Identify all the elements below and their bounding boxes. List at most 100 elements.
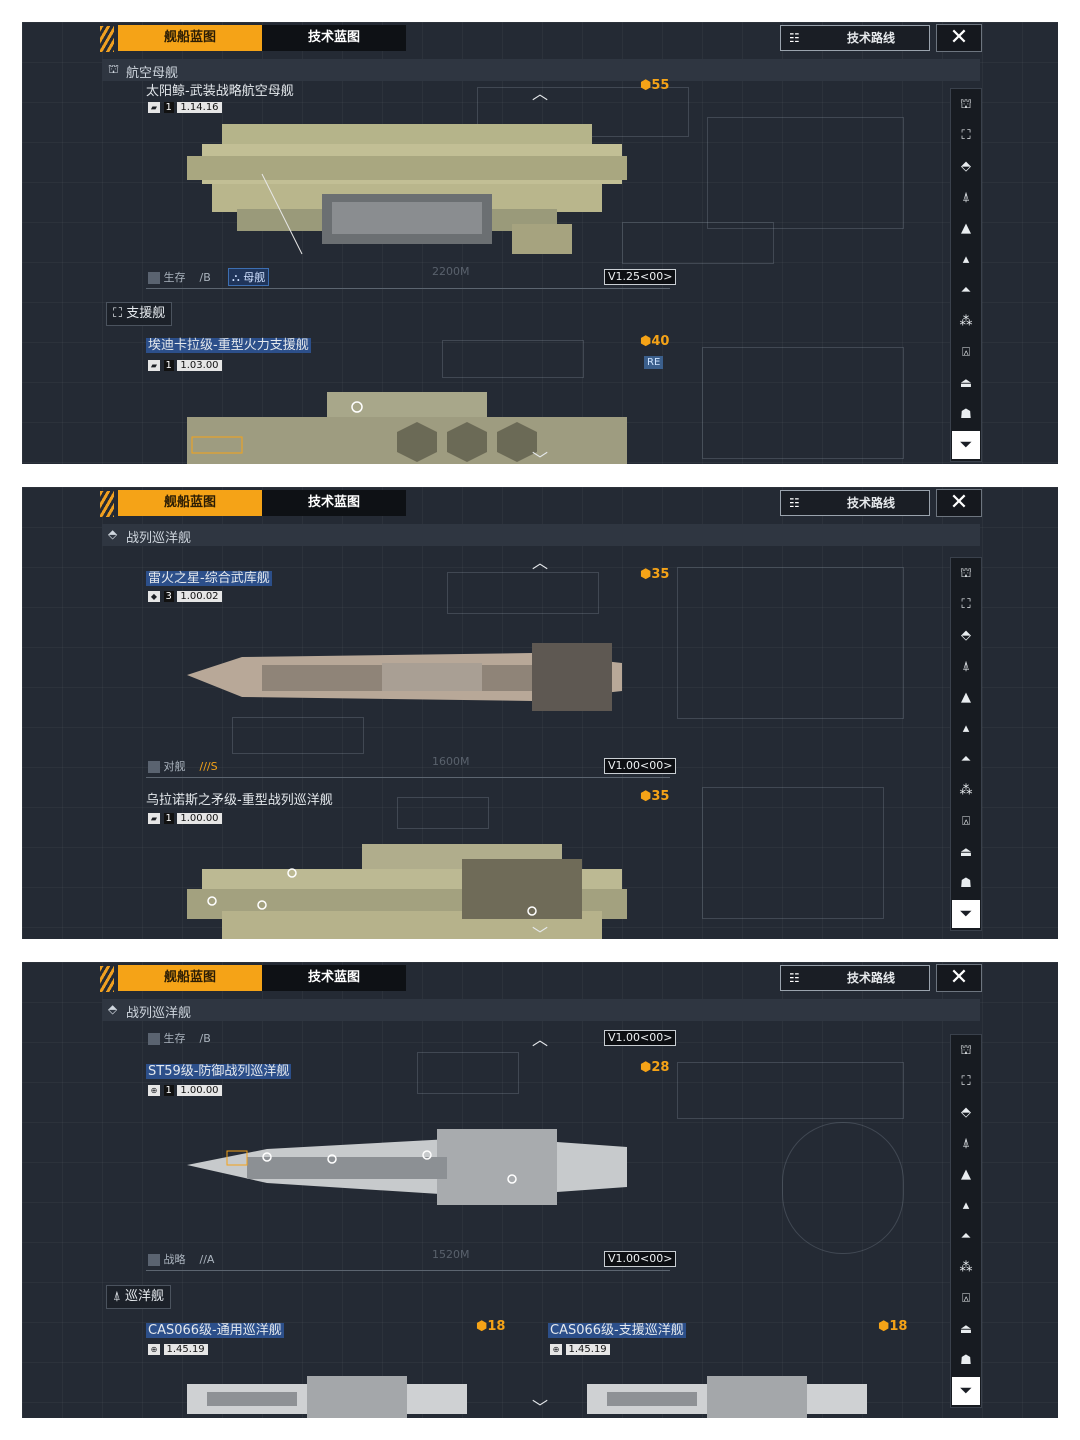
filter-icon[interactable]: ⏷ <box>952 431 980 459</box>
version-badge: V1.00<00> <box>604 758 677 774</box>
category-sidebar: ⛫ ⛶ ⬘ ⍋ ▲ ▴ ⏶ ⁂ ⍓ ⏏ ☗ ⏷ <box>950 1034 982 1408</box>
ship-name[interactable]: 雷火之星-综合武库舰 <box>146 567 272 586</box>
blueprint-schematic <box>622 222 774 264</box>
misc-icon[interactable]: ☗ <box>951 403 981 427</box>
fighter-icon[interactable]: ⁂ <box>951 779 981 803</box>
auxiliary-icon[interactable]: ⍓ <box>951 810 981 834</box>
ship-model-defense-bc[interactable] <box>187 1127 627 1207</box>
battlecruiser-icon[interactable]: ⬘ <box>951 155 981 179</box>
corvette-icon[interactable]: ⏶ <box>951 1225 981 1249</box>
station-icon[interactable]: ⏏ <box>951 1318 981 1342</box>
section-cruiser[interactable]: ⍋ 巡洋舰 <box>106 1285 171 1309</box>
scroll-down-icon[interactable]: ﹀ <box>532 446 548 464</box>
cruiser-icon[interactable]: ⍋ <box>951 655 981 679</box>
shield-icon <box>148 1033 160 1045</box>
support-icon[interactable]: ⛶ <box>951 124 981 148</box>
ship-role: 对舰 ///S <box>148 758 218 774</box>
ship-model-support[interactable] <box>187 387 627 464</box>
ship-role: 生存 /B <box>148 269 211 285</box>
category-bar: ⛫ 航空母舰 <box>102 59 980 81</box>
ship-role: 生存 /B <box>148 1030 211 1046</box>
ship-model-battlecruiser[interactable] <box>182 839 632 939</box>
scroll-down-icon[interactable]: ﹀ <box>532 921 548 939</box>
misc-icon[interactable]: ☗ <box>951 1349 981 1373</box>
cruiser-icon[interactable]: ⍋ <box>951 1132 981 1156</box>
faction-icon: ▰ <box>148 359 160 371</box>
ship-model-arsenal[interactable] <box>182 635 627 717</box>
blueprint-schematic <box>677 1062 904 1119</box>
ship-name[interactable]: CAS066级-通用巡洋舰 <box>146 1319 284 1338</box>
top-bar: 舰船蓝图 技术蓝图 ☷ 技术路线 ✕ <box>22 22 1058 52</box>
tab-tech-blueprint[interactable]: 技术蓝图 <box>262 490 406 516</box>
shield-icon <box>148 272 160 284</box>
battlecruiser-icon[interactable]: ⬘ <box>951 624 981 648</box>
tech-route-button[interactable]: ☷ 技术路线 <box>780 965 930 991</box>
ship-length: 1520M <box>432 1248 470 1261</box>
scroll-up-icon[interactable]: ︿ <box>532 549 548 573</box>
ship-model-cruiser-general[interactable] <box>187 1374 467 1418</box>
blueprint-schematic <box>702 347 904 459</box>
fighter-icon[interactable]: ⁂ <box>951 1256 981 1280</box>
filter-icon[interactable]: ⏷ <box>952 900 980 928</box>
ship-level-info: ▰ 1 1.03.00 <box>148 358 222 371</box>
frigate-icon[interactable]: ▴ <box>951 1194 981 1218</box>
ship-role: 战略 //A <box>148 1251 214 1267</box>
filter-icon[interactable]: ⏷ <box>952 1377 980 1405</box>
divider <box>146 288 670 289</box>
tab-tech-blueprint[interactable]: 技术蓝图 <box>262 965 406 991</box>
destroyer-icon[interactable]: ▲ <box>951 217 981 241</box>
decor-stripe <box>100 491 114 517</box>
tab-tech-blueprint[interactable]: 技术蓝图 <box>262 25 406 51</box>
ship-level-info: ⊕ 1.45.19 <box>148 1342 208 1355</box>
frigate-icon[interactable]: ▴ <box>951 248 981 272</box>
close-button[interactable]: ✕ <box>936 964 982 992</box>
category-title: 战列巡洋舰 <box>126 531 192 546</box>
close-button[interactable]: ✕ <box>936 489 982 517</box>
carrier-icon[interactable]: ⛫ <box>951 93 981 117</box>
ship-model-cruiser-support[interactable] <box>587 1374 867 1418</box>
tab-ship-blueprint[interactable]: 舰船蓝图 <box>118 965 262 991</box>
tech-route-button[interactable]: ☷ 技术路线 <box>780 490 930 516</box>
screen-panel-3: 舰船蓝图 技术蓝图 ☷ 技术路线 ✕ ⬘ 战列巡洋舰 生存 /B ︿ V1.00… <box>22 962 1058 1418</box>
cruiser-icon[interactable]: ⍋ <box>951 186 981 210</box>
category-sidebar: ⛫ ⛶ ⬘ ⍋ ▲ ▴ ⏶ ⁂ ⍓ ⏏ ☗ ⏷ <box>950 88 982 462</box>
misc-icon[interactable]: ☗ <box>951 872 981 896</box>
corvette-icon[interactable]: ⏶ <box>951 748 981 772</box>
auxiliary-icon[interactable]: ⍓ <box>951 1287 981 1311</box>
support-icon[interactable]: ⛶ <box>951 1070 981 1094</box>
ship-model-carrier[interactable] <box>182 114 632 264</box>
battlecruiser-icon: ⬘ <box>108 527 118 541</box>
destroyer-icon[interactable]: ▲ <box>951 686 981 710</box>
tech-route-button[interactable]: ☷ 技术路线 <box>780 25 930 51</box>
category-title: 航空母舰 <box>126 66 179 81</box>
ship-name[interactable]: 乌拉诺斯之矛级-重型战列巡洋舰 <box>146 789 333 808</box>
ship-name[interactable]: ST59级-防御战列巡洋舰 <box>146 1060 292 1079</box>
tab-ship-blueprint[interactable]: 舰船蓝图 <box>118 490 262 516</box>
tree-list-icon: ☷ <box>789 496 800 510</box>
auxiliary-icon[interactable]: ⍓ <box>951 341 981 365</box>
carrier-icon[interactable]: ⛫ <box>951 562 981 586</box>
carrier-icon[interactable]: ⛫ <box>951 1039 981 1063</box>
corvette-icon[interactable]: ⏶ <box>951 279 981 303</box>
ship-length: 2200M <box>432 265 470 278</box>
ship-name[interactable]: 埃迪卡拉级-重型火力支援舰 <box>146 334 311 353</box>
command-cost: ⬢28 <box>640 1060 670 1075</box>
destroyer-icon[interactable]: ▲ <box>951 1163 981 1187</box>
battlecruiser-icon[interactable]: ⬘ <box>951 1101 981 1125</box>
globe-icon: ⊕ <box>148 1343 160 1355</box>
station-icon[interactable]: ⏏ <box>951 841 981 865</box>
station-icon[interactable]: ⏏ <box>951 372 981 396</box>
close-button[interactable]: ✕ <box>936 24 982 52</box>
blueprint-schematic <box>232 717 364 754</box>
tab-ship-blueprint[interactable]: 舰船蓝图 <box>118 25 262 51</box>
support-icon[interactable]: ⛶ <box>951 593 981 617</box>
section-support[interactable]: ⛶ 支援舰 <box>106 302 173 326</box>
ship-name[interactable]: 太阳鲸-武装战略航空母舰 <box>146 80 294 99</box>
ship-name[interactable]: CAS066级-支援巡洋舰 <box>548 1319 686 1338</box>
scroll-down-icon[interactable]: ﹀ <box>532 1394 548 1418</box>
category-title: 战列巡洋舰 <box>126 1006 192 1021</box>
frigate-icon[interactable]: ▴ <box>951 717 981 741</box>
scroll-up-icon[interactable]: ︿ <box>532 1026 548 1050</box>
decor-stripe <box>100 966 114 992</box>
fighter-icon[interactable]: ⁂ <box>951 310 981 334</box>
